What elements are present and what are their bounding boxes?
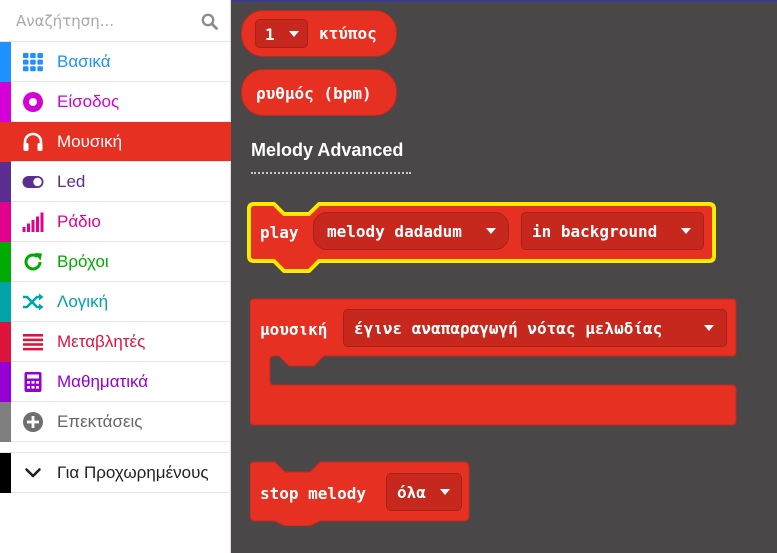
category-led[interactable]: Led xyxy=(0,162,231,202)
category-label: Μαθηματικά xyxy=(57,372,149,391)
category-label: Μουσική xyxy=(57,132,123,151)
category-basic[interactable]: Βασικά xyxy=(0,42,231,82)
section-label: Melody Advanced xyxy=(251,140,404,160)
category-radio[interactable]: Ράδιο xyxy=(0,202,231,242)
category-label: Βρόχοι xyxy=(57,252,109,271)
beat-block[interactable]: 1 κτύπος xyxy=(241,10,397,57)
toggle-icon xyxy=(22,176,44,188)
category-math[interactable]: Μαθηματικά xyxy=(0,362,231,402)
shuffle-icon xyxy=(23,293,44,311)
category-color-bar xyxy=(0,162,11,202)
circle-dot-icon xyxy=(23,92,43,112)
toolbox-sidebar: Βασικά Είσοδος Μουσική Led xyxy=(0,0,231,553)
tempo-block-label: ρυθμός (bpm) xyxy=(256,84,372,103)
search-bar xyxy=(0,0,231,42)
category-color-bar xyxy=(0,82,11,122)
category-color-bar xyxy=(0,242,11,282)
category-label: Επεκτάσεις xyxy=(57,412,143,431)
search-input[interactable] xyxy=(0,0,231,42)
search-icon[interactable] xyxy=(201,13,218,30)
tempo-block[interactable]: ρυθμός (bpm) xyxy=(241,69,397,116)
play-mode-dropdown[interactable]: in background xyxy=(521,212,704,250)
category-label: Ράδιο xyxy=(57,212,101,231)
grid-icon xyxy=(23,53,43,72)
section-underline xyxy=(251,172,411,174)
category-input[interactable]: Είσοδος xyxy=(0,82,231,122)
category-color-bar xyxy=(0,402,11,442)
melody-dropdown[interactable]: melody dadadum xyxy=(313,212,509,250)
block-flyout: 1 κτύπος ρυθμός (bpm) Melody Advanced pl… xyxy=(231,0,777,553)
category-extensions[interactable]: Επεκτάσεις xyxy=(0,402,231,442)
stop-option-dropdown[interactable]: όλα xyxy=(386,473,462,511)
dropdown-caret-icon xyxy=(704,325,714,331)
list-lines-icon xyxy=(23,334,43,351)
category-variables[interactable]: Μεταβλητές xyxy=(0,322,231,362)
category-music[interactable]: Μουσική xyxy=(0,122,231,162)
category-label: Είσοδος xyxy=(57,92,120,111)
beat-fraction-dropdown[interactable]: 1 xyxy=(255,19,308,48)
play-block-label: play xyxy=(260,223,299,242)
category-color-bar xyxy=(0,362,11,402)
category-color-bar xyxy=(0,453,11,493)
beat-block-label: κτύπος xyxy=(319,24,377,43)
category-color-bar xyxy=(0,122,11,162)
category-label: Για Προχωρημένους xyxy=(57,463,209,482)
signal-bars-icon xyxy=(22,212,44,232)
music-event-value: έγινε αναπαραγωγή νότας μελωδίας xyxy=(354,319,663,338)
stop-option-value: όλα xyxy=(397,483,426,502)
headphones-icon xyxy=(23,132,43,151)
category-color-bar xyxy=(0,42,11,82)
refresh-icon xyxy=(24,253,42,271)
dropdown-caret-icon xyxy=(289,31,299,37)
stop-melody-label: stop melody xyxy=(260,484,366,503)
dropdown-caret-icon xyxy=(440,489,450,495)
category-advanced[interactable]: Για Προχωρημένους xyxy=(0,452,231,493)
category-label: Led xyxy=(57,172,86,191)
calculator-icon xyxy=(24,372,42,392)
category-loops[interactable]: Βρόχοι xyxy=(0,242,231,282)
category-color-bar xyxy=(0,202,11,242)
category-label: Μεταβλητές xyxy=(57,332,146,351)
music-event-label: μουσική xyxy=(260,320,328,339)
dropdown-caret-icon xyxy=(486,228,496,234)
beat-fraction-value: 1 xyxy=(265,25,275,44)
play-mode-value: in background xyxy=(532,222,658,241)
category-label: Βασικά xyxy=(57,52,111,71)
category-color-bar xyxy=(0,322,11,362)
music-event-dropdown[interactable]: έγινε αναπαραγωγή νότας μελωδίας xyxy=(343,309,727,347)
dropdown-caret-icon xyxy=(681,228,691,234)
category-color-bar xyxy=(0,282,11,322)
workspace-top-edge xyxy=(231,0,777,2)
melody-value: melody dadadum xyxy=(327,222,462,241)
plus-circle-icon xyxy=(23,412,43,432)
category-logic[interactable]: Λογική xyxy=(0,282,231,322)
chevron-down-icon xyxy=(25,468,41,478)
category-label: Λογική xyxy=(57,292,109,311)
